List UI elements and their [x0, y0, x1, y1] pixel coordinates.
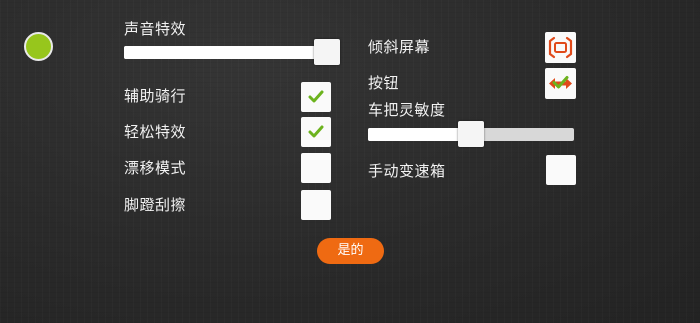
handlebar-sensitivity-label: 车把灵敏度 [368, 101, 446, 119]
drift-mode-checkbox[interactable] [301, 153, 331, 183]
handlebar-sensitivity-slider[interactable] [368, 121, 574, 147]
confirm-button[interactable]: 是的 [317, 238, 384, 264]
button-mode-button[interactable] [545, 68, 576, 99]
tilt-screen-label: 倾斜屏幕 [368, 38, 431, 56]
check-icon [308, 90, 324, 103]
manual-gearbox-checkbox[interactable] [546, 155, 576, 185]
check-icon [308, 125, 324, 138]
manual-gearbox-label: 手动变速箱 [368, 162, 446, 180]
button-mode-label: 按钮 [368, 74, 400, 92]
drift-mode-label: 漂移模式 [124, 159, 187, 177]
sound-effects-label: 声音特效 [124, 20, 187, 38]
left-right-arrows-icon [549, 76, 572, 89]
slider-fill [124, 46, 328, 59]
slider-thumb[interactable] [314, 39, 341, 65]
tilt-screen-button[interactable] [545, 32, 576, 63]
slider-thumb[interactable] [458, 121, 484, 147]
pedal-scrape-checkbox[interactable] [301, 190, 331, 220]
tilt-screen-icon [548, 36, 573, 59]
easy-effects-label: 轻松特效 [124, 123, 187, 141]
assist-ride-label: 辅助骑行 [124, 87, 187, 105]
slider-fill [368, 128, 471, 141]
pedal-scrape-label: 脚蹬刮擦 [124, 196, 187, 214]
easy-effects-checkbox[interactable] [301, 117, 331, 147]
assist-ride-checkbox[interactable] [301, 82, 331, 112]
status-indicator [24, 32, 53, 61]
sound-effects-slider[interactable] [124, 39, 341, 65]
